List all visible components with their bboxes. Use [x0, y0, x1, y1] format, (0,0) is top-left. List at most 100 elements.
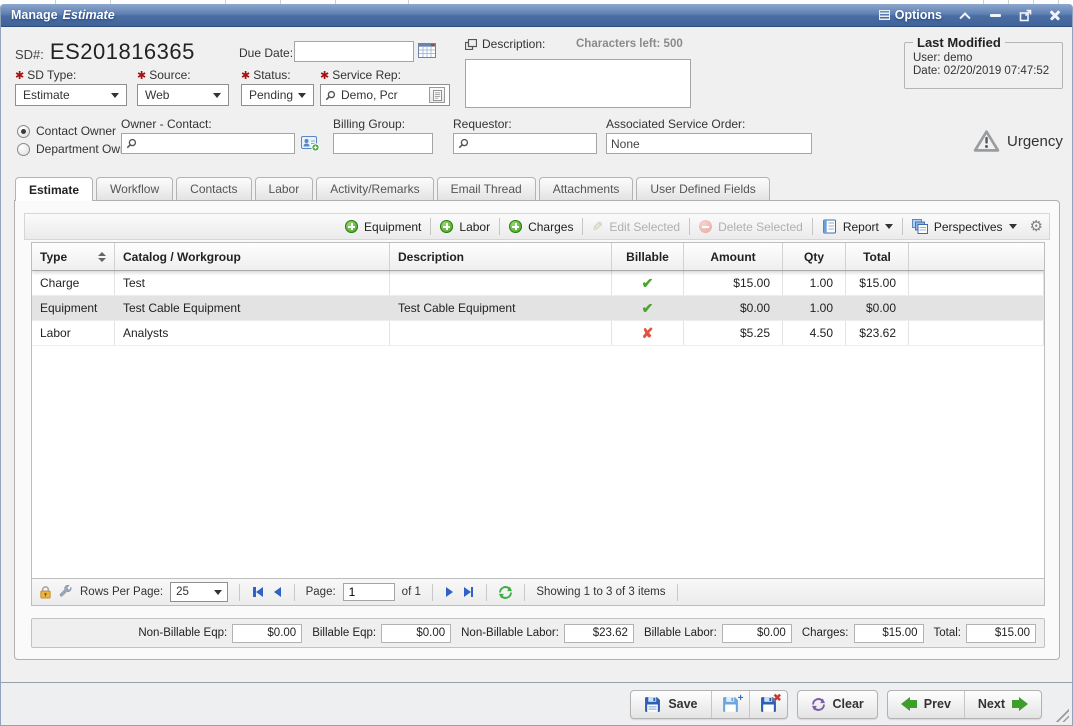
first-page-button[interactable] [251, 587, 265, 597]
source-select[interactable]: Web [137, 84, 229, 106]
tab-estimate[interactable]: Estimate [15, 177, 93, 201]
save-and-new-button[interactable]: + [711, 691, 749, 718]
summary-value: $23.62 [564, 624, 634, 643]
popout-button[interactable] [1018, 8, 1032, 22]
sd-label: SD#: [15, 47, 44, 62]
table-row[interactable]: Equipment Test Cable Equipment Test Cabl… [32, 296, 1044, 321]
status-select[interactable]: Pending [241, 84, 314, 106]
column-header-billable[interactable]: Billable [612, 243, 684, 270]
next-button[interactable]: Next [964, 691, 1041, 718]
sd-number-line: SD#: ES201816365 [15, 39, 195, 65]
previous-page-icon [274, 587, 281, 597]
next-page-button[interactable] [444, 587, 455, 597]
window-resize-handle[interactable] [1054, 707, 1069, 722]
add-equipment-button[interactable]: Equipment [338, 218, 428, 236]
tab-attachments[interactable]: Attachments [539, 177, 634, 200]
required-marker: ✱ [15, 70, 24, 82]
grid-settings-gear-icon[interactable]: ⚙ [1030, 219, 1043, 234]
tab-strip: Estimate Workflow Contacts Labor Activit… [15, 177, 770, 200]
contact-owner-label: Contact Owner [36, 124, 116, 138]
description-textarea[interactable] [465, 59, 691, 108]
urgency-button[interactable]: Urgency [973, 129, 1063, 153]
save-and-close-button[interactable]: ✖ [749, 691, 787, 718]
wrench-icon [59, 585, 73, 599]
table-row[interactable]: Charge Test $15.00 1.00 $15.00 [32, 271, 1044, 296]
column-header-type[interactable]: Type [32, 243, 115, 270]
last-page-icon [464, 587, 471, 597]
calendar-button[interactable] [418, 42, 436, 58]
calendar-icon [418, 42, 436, 58]
tab-contacts[interactable]: Contacts [176, 177, 251, 200]
column-header-total[interactable]: Total [846, 243, 909, 270]
previous-page-button[interactable] [272, 587, 283, 597]
edit-selected-button: ✎ Edit Selected [585, 217, 687, 237]
expand-description-icon[interactable] [465, 39, 477, 50]
tab-email-thread[interactable]: Email Thread [437, 177, 536, 200]
service-rep-value: Demo, Pcr [341, 88, 398, 102]
grid-tools-button[interactable] [59, 585, 73, 599]
add-charges-button[interactable]: Charges [502, 218, 580, 236]
tab-workflow[interactable]: Workflow [96, 177, 173, 200]
manage-estimate-dialog: Manage Estimate Options SD#: ES201816365… [0, 4, 1073, 726]
options-button[interactable]: Options [879, 8, 942, 22]
billable-icon [642, 300, 654, 317]
perspectives-icon [912, 219, 928, 234]
minimize-icon [990, 14, 1001, 17]
service-rep-lookup-button[interactable] [429, 87, 445, 103]
save-button[interactable]: Save [631, 691, 710, 718]
titlebar[interactable]: Manage Estimate Options [1, 4, 1072, 27]
page-number-input[interactable] [343, 583, 395, 601]
requestor-field[interactable] [453, 133, 597, 154]
associated-service-order-field: None [606, 133, 812, 154]
clear-button[interactable]: Clear [797, 690, 878, 719]
summary-item: Non-Billable Eqp: $0.00 [138, 624, 302, 643]
column-header-description[interactable]: Description [390, 243, 612, 270]
footer-action-bar: Save + ✖ [1, 683, 1072, 725]
prev-button[interactable]: Prev [888, 691, 964, 718]
contact-owner-radio[interactable]: Contact Owner [17, 124, 116, 138]
urgency-warning-icon [973, 129, 1000, 153]
tab-activity-remarks[interactable]: Activity/Remarks [316, 177, 433, 200]
description-label: Description: [482, 37, 545, 51]
estimate-items-grid: Type Catalog / Workgroup Description Bil… [31, 242, 1045, 579]
refresh-button[interactable] [498, 585, 513, 600]
sort-icon [98, 252, 106, 262]
add-labor-button[interactable]: Labor [433, 218, 497, 236]
service-rep-field[interactable]: Demo, Pcr [320, 84, 450, 106]
search-icon [458, 138, 469, 149]
owner-contact-field[interactable] [121, 133, 295, 154]
column-header-amount[interactable]: Amount [684, 243, 783, 270]
lock-columns-button[interactable] [39, 585, 52, 599]
dialog-title-emphasis: Estimate [63, 8, 115, 22]
save-button-group: Save + ✖ [630, 690, 787, 719]
column-header-catalog[interactable]: Catalog / Workgroup [115, 243, 390, 270]
summary-value: $0.00 [722, 624, 792, 643]
rows-per-page-label: Rows Per Page: [80, 586, 163, 598]
dialog-title-text: Manage [11, 8, 58, 22]
arrow-left-icon [901, 697, 917, 711]
refresh-icon [498, 585, 513, 600]
tab-user-defined-fields[interactable]: User Defined Fields [636, 177, 769, 200]
collapse-button[interactable] [958, 8, 972, 22]
characters-left: Characters left: 500 [576, 38, 683, 50]
tab-labor[interactable]: Labor [255, 177, 314, 200]
rows-per-page-select[interactable]: 25 [170, 582, 228, 602]
column-header-filler [909, 243, 1044, 270]
due-date-input[interactable] [294, 41, 414, 62]
column-header-qty[interactable]: Qty [783, 243, 846, 270]
caret-down-icon [1009, 224, 1017, 229]
summary-value: $0.00 [232, 624, 302, 643]
department-owner-radio[interactable]: Department Owner [17, 142, 137, 156]
perspectives-menu-button[interactable]: Perspectives [905, 217, 1024, 236]
close-button[interactable] [1048, 8, 1062, 22]
minimize-button[interactable] [988, 8, 1002, 22]
next-page-icon [446, 587, 453, 597]
plus-icon [345, 220, 358, 233]
summary-item: Billable Labor: $0.00 [644, 624, 792, 643]
sd-type-select[interactable]: Estimate [15, 84, 127, 106]
last-page-button[interactable] [462, 587, 476, 597]
table-row[interactable]: Labor Analysts $5.25 4.50 $23.62 [32, 321, 1044, 346]
report-menu-button[interactable]: Report [815, 217, 900, 236]
add-contact-button[interactable] [301, 135, 320, 152]
summary-value: $15.00 [966, 624, 1036, 643]
